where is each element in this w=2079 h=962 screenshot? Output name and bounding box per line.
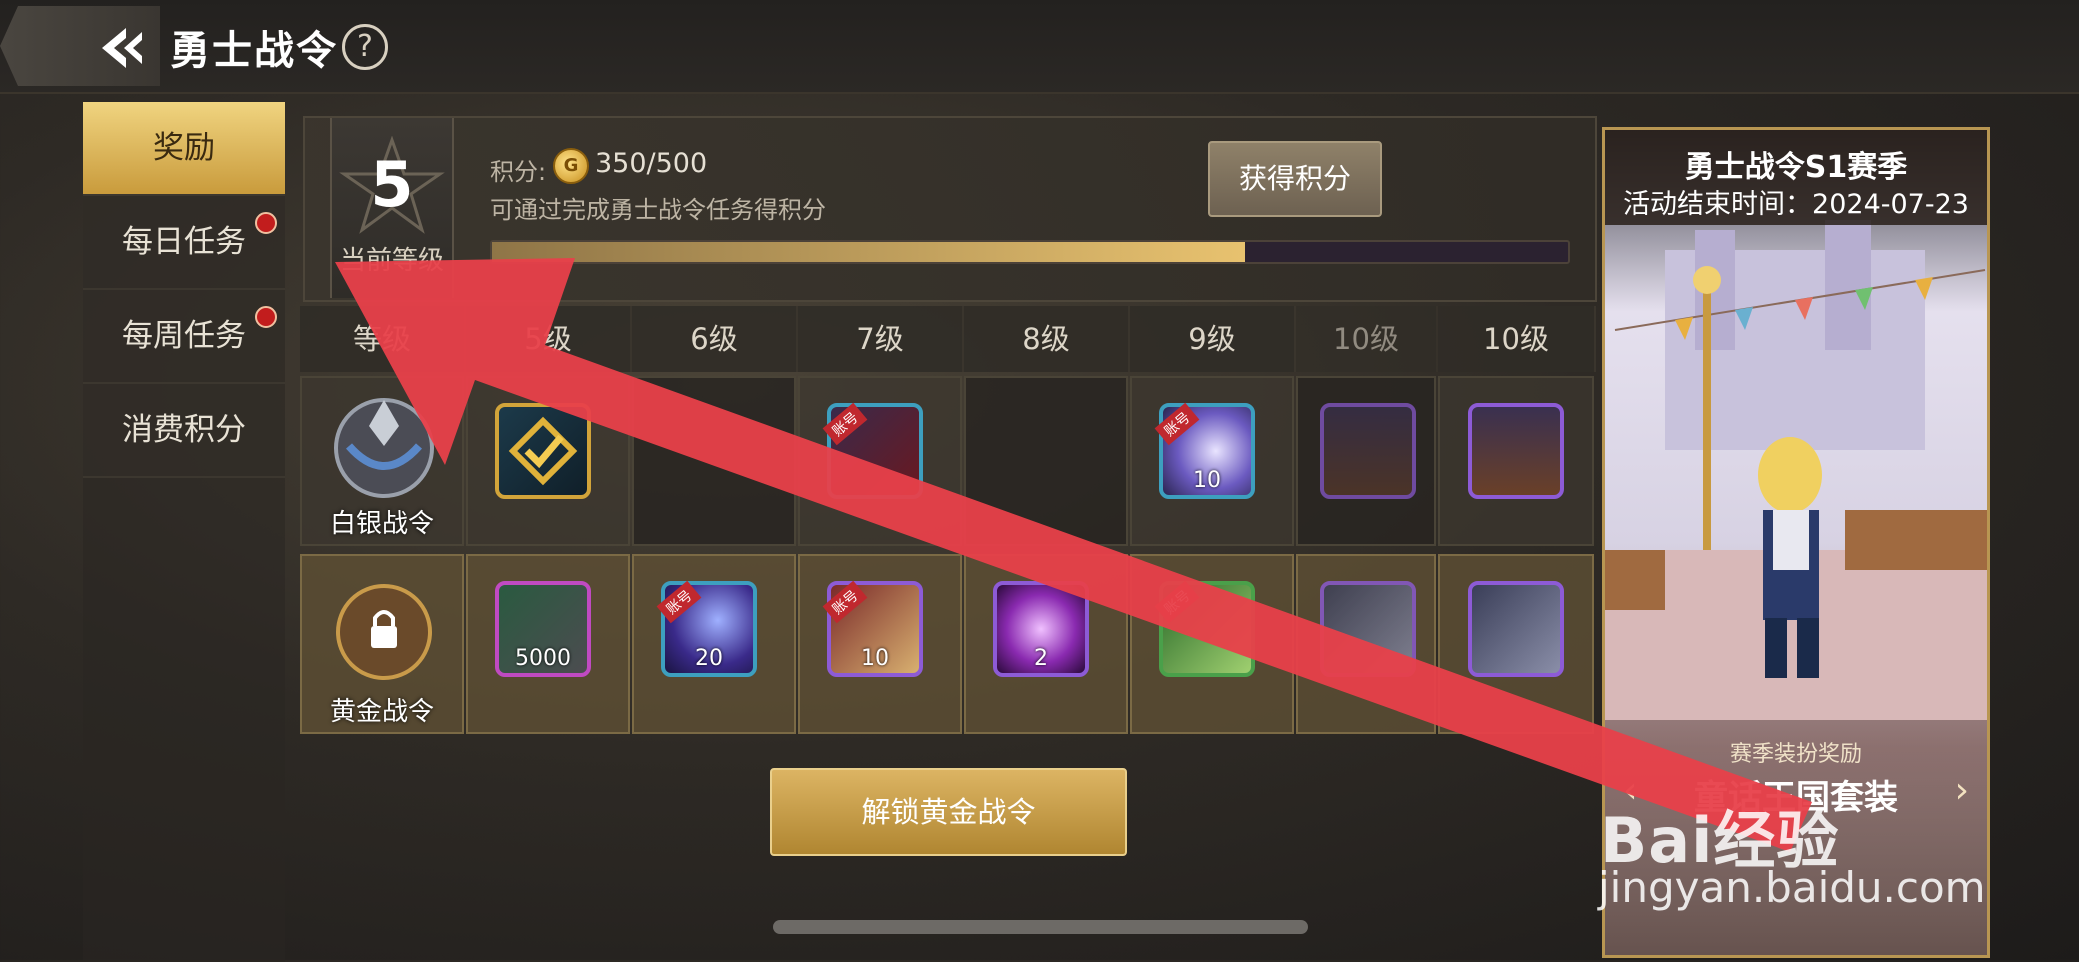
- back-button[interactable]: [0, 6, 160, 86]
- column-header-level: 等级: [300, 306, 466, 372]
- season-reward-subtitle: 赛季装扮奖励: [1729, 742, 1862, 767]
- reward-cell[interactable]: [1438, 554, 1594, 734]
- account-tag: 账号: [822, 580, 868, 624]
- points-value: 350/500: [595, 148, 708, 179]
- gold-pass-label: 黄金战令: [329, 697, 434, 727]
- checkmark-reward-icon: [495, 403, 591, 499]
- crystal-chest-reward-icon: 5000: [495, 581, 591, 677]
- account-tag: 账号: [1154, 580, 1200, 624]
- column-header: 5级: [466, 306, 632, 372]
- column-header: 7级: [798, 306, 964, 372]
- notification-dot: [255, 306, 277, 328]
- help-icon[interactable]: ?: [342, 24, 388, 70]
- account-tag: 账号: [822, 402, 868, 446]
- next-arrow-icon[interactable]: ›: [1955, 770, 1969, 811]
- unlock-gold-pass-button[interactable]: 解锁黄金战令: [770, 768, 1127, 856]
- account-tag: 账号: [1154, 402, 1200, 446]
- reward-cell[interactable]: 账号 10: [1130, 376, 1294, 546]
- reward-cell[interactable]: 2: [964, 554, 1128, 734]
- top-bar-divider: [0, 92, 2079, 94]
- ticket-reward-icon: 账号: [1154, 580, 1255, 677]
- reward-cell[interactable]: 5000: [466, 554, 630, 734]
- item-count: 5000: [515, 646, 571, 671]
- season-end-time: 活动结束时间：2024-07-23: [1623, 189, 1969, 220]
- points-label: 积分:: [490, 158, 547, 186]
- silver-pass-emblem-icon: [334, 398, 434, 498]
- tab-label: 每日任务: [122, 224, 246, 260]
- get-points-button[interactable]: 获得积分: [1208, 141, 1382, 217]
- tab-label: 每周任务: [122, 318, 246, 354]
- reward-grid: 等级 5级 6级 7级 8级 9级 10级 10级 白银战令 账号 账号 10: [300, 306, 1596, 734]
- account-tag: 账号: [656, 580, 702, 624]
- item-count: 20: [695, 646, 723, 671]
- reward-cell-empty: [632, 376, 796, 546]
- column-header: 9级: [1130, 306, 1296, 372]
- reward-cell-empty: [964, 376, 1128, 546]
- page-title: 勇士战令: [170, 28, 338, 74]
- gold-pass-emblem-icon: [336, 584, 432, 680]
- armor-box-reward-icon: [1468, 581, 1564, 677]
- points-progress-bar: [490, 240, 1570, 264]
- tab-weekly-tasks[interactable]: 每周任务: [83, 290, 285, 384]
- silver-pass-cell[interactable]: 白银战令: [300, 376, 464, 546]
- level-panel: 5 当前等级 积分: G 350/500 可通过完成勇士战令任务得积分 获得积分: [303, 116, 1597, 302]
- home-indicator[interactable]: [773, 920, 1308, 934]
- potion-bottle-reward-icon: [1320, 403, 1416, 499]
- notification-dot: [255, 212, 277, 234]
- item-count: 2: [1034, 646, 1048, 671]
- orb-reward-icon: 账号 10: [1154, 402, 1255, 499]
- reward-cell[interactable]: [1438, 376, 1594, 546]
- column-header: 10级: [1438, 306, 1596, 372]
- potion-bottle-reward-icon: [1468, 403, 1564, 499]
- watermark-url: jingyan.baidu.com: [1598, 863, 1986, 912]
- reward-cell[interactable]: 账号: [798, 376, 962, 546]
- column-header: 6级: [632, 306, 798, 372]
- glove-reward-icon: 账号 10: [822, 580, 923, 677]
- season-title: 勇士战令S1赛季: [1684, 150, 1908, 185]
- purple-orb-reward-icon: 2: [993, 581, 1089, 677]
- reward-cell[interactable]: 账号 10: [798, 554, 962, 734]
- reward-cell[interactable]: [1296, 554, 1436, 734]
- reward-cell[interactable]: [1296, 376, 1436, 546]
- back-arrow-icon: [102, 28, 142, 68]
- item-count: 10: [861, 646, 889, 671]
- column-header: 8级: [964, 306, 1130, 372]
- item-count: 10: [1193, 468, 1221, 493]
- level-number: 5: [370, 148, 414, 221]
- armor-box-reward-icon: [1320, 581, 1416, 677]
- silver-pass-label: 白银战令: [329, 509, 434, 539]
- level-label: 当前等级: [339, 246, 444, 276]
- gold-pass-cell[interactable]: 黄金战令: [300, 554, 464, 734]
- reward-cell[interactable]: 账号: [1130, 554, 1294, 734]
- magic-orb-reward-icon: 账号 20: [656, 580, 757, 677]
- gift-bag-reward-icon: 账号: [822, 402, 923, 499]
- reward-cell[interactable]: [466, 376, 630, 546]
- coin-icon: G: [553, 148, 589, 184]
- tab-daily-tasks[interactable]: 每日任务: [83, 196, 285, 290]
- tab-label: 消费积分: [122, 412, 246, 448]
- points-progress-fill: [492, 242, 1246, 262]
- points-hint: 可通过完成勇士战令任务得积分: [490, 196, 826, 224]
- tab-spend-points[interactable]: 消费积分: [83, 384, 285, 478]
- column-header: 10级: [1296, 306, 1438, 372]
- current-level-box: 5 当前等级: [330, 118, 454, 298]
- reward-cell[interactable]: 账号 20: [632, 554, 796, 734]
- tab-rewards[interactable]: 奖励: [83, 102, 285, 196]
- tab-label: 奖励: [153, 130, 215, 166]
